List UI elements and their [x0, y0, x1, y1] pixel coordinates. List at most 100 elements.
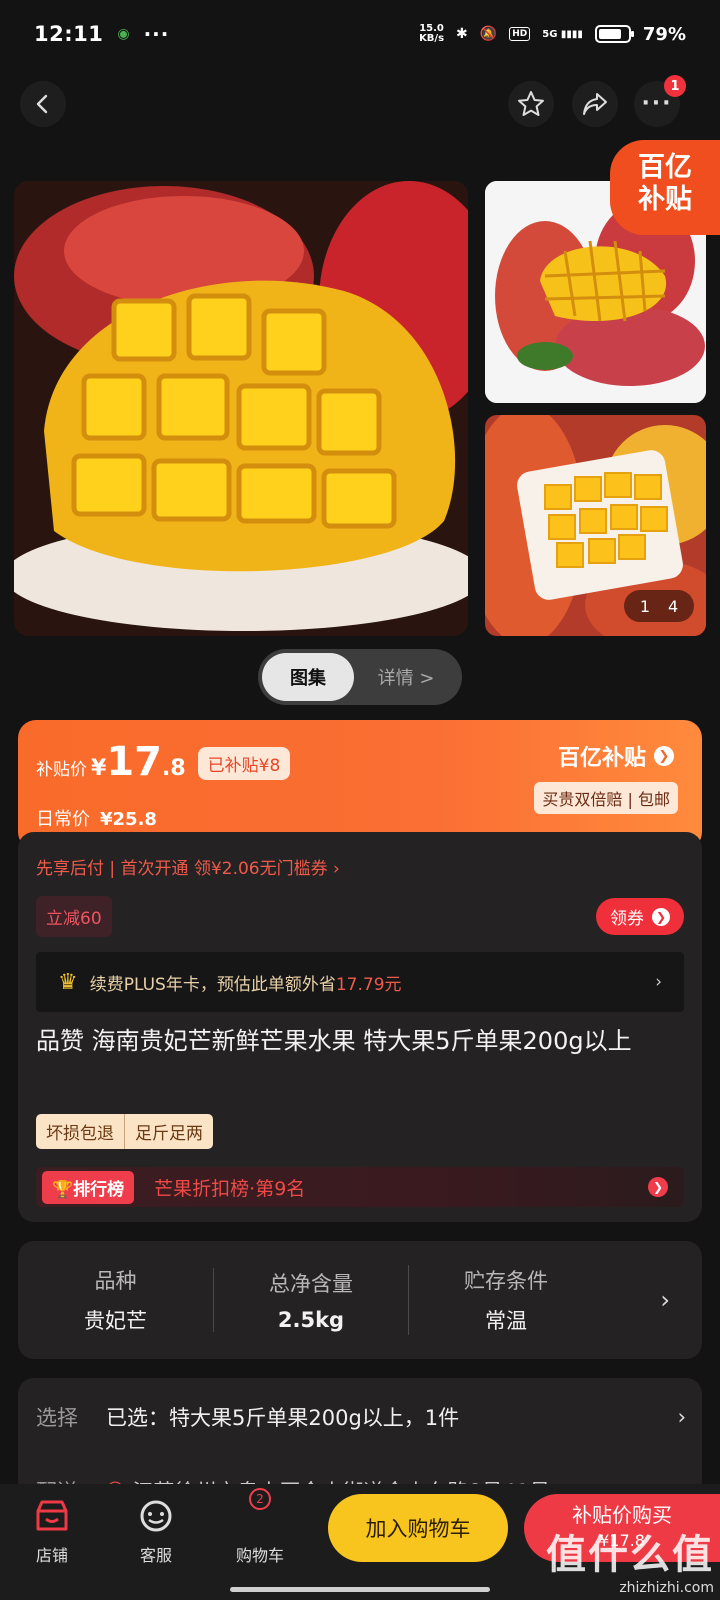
- watermark: 值什么值 zhizhizhi.com: [546, 1522, 714, 1596]
- product-info-card: 先享后付 | 首次开通 领¥2.06无门槛券 › 立减60 领券 ❯ ♛ 续费P…: [18, 832, 702, 1222]
- chevron-right-icon: ›: [660, 1286, 670, 1314]
- watermark-url: zhizhizhi.com: [619, 1580, 714, 1596]
- spec-label: 贮存条件: [464, 1269, 548, 1293]
- billion-subsidy-logo: 百亿补贴: [557, 746, 646, 771]
- cart-label: 购物车: [235, 1546, 284, 1565]
- service-tag: 坏损包退: [46, 1124, 114, 1144]
- bottom-action-bar: 店铺 客服 2 购物车 加入购物车 补贴价购买 ¥17.8 值什么值 zhizh…: [0, 1484, 720, 1600]
- service-label: 客服: [139, 1546, 172, 1565]
- plus-membership-bar[interactable]: ♛ 续费PLUS年卡，预估此单额外省 17.79元 ›: [36, 952, 684, 1012]
- wechat-icon: ◉: [117, 26, 130, 42]
- selection-label: 选择: [36, 1406, 78, 1430]
- badge-line-2: 补贴: [638, 184, 692, 215]
- hd-badge: HD: [509, 27, 531, 41]
- status-bar: 12:11 ◉ ··· 15.0 KB/s ✱ 🔕 HD 5G ▮▮▮▮ 79%: [0, 0, 720, 68]
- coupon-label: 领券: [610, 909, 644, 929]
- gallery-page-indicator: 1 4: [624, 590, 694, 622]
- chevron-right-icon: ›: [677, 1405, 686, 1429]
- discount-tag: 立减60: [36, 896, 112, 937]
- share-button[interactable]: [572, 81, 618, 127]
- service-tags: 坏损包退 足斤足两: [36, 1114, 213, 1149]
- ranking-badge-label: 排行榜: [73, 1179, 125, 1200]
- battery-percent: 79%: [642, 23, 686, 45]
- back-button[interactable]: [20, 81, 66, 127]
- mute-icon: 🔕: [479, 26, 498, 42]
- spec-net-weight: 总净含量 2.5kg: [213, 1268, 408, 1332]
- share-icon: [583, 93, 607, 115]
- cart-icon: 2: [220, 1488, 300, 1536]
- chevron-right-icon: ❯: [654, 746, 674, 766]
- ranking-bar[interactable]: 🏆排行榜 芒果折扣榜·第9名 ❯: [36, 1167, 684, 1207]
- currency-symbol: ¥: [91, 756, 107, 781]
- customer-service-tab[interactable]: 客服: [116, 1496, 196, 1566]
- subsidy-corner-badge: 百亿 补贴: [610, 140, 720, 235]
- trophy-icon: 🏆: [52, 1179, 74, 1200]
- pay-later-promo[interactable]: 先享后付 | 首次开通 领¥2.06无门槛券 ›: [36, 854, 340, 879]
- shop-tab[interactable]: 店铺: [12, 1496, 92, 1566]
- tab-details[interactable]: 详情 >: [354, 664, 458, 690]
- selection-value: 已选：特大果5斤单果200g以上，1件: [106, 1406, 460, 1430]
- watermark-logo-text: 值什么值: [546, 1532, 714, 1578]
- regular-price: 日常价 ¥25.8: [36, 805, 157, 831]
- network-speed: 15.0 KB/s: [419, 24, 444, 44]
- spec-label: 总净含量: [269, 1272, 353, 1296]
- spec-storage: 贮存条件 常温: [408, 1265, 603, 1335]
- spec-variety: 品种 贵妃芒: [18, 1265, 213, 1335]
- product-specs[interactable]: 品种 贵妃芒 总净含量 2.5kg 贮存条件 常温 ›: [18, 1241, 702, 1359]
- spec-label: 品种: [94, 1269, 137, 1293]
- star-icon: [518, 91, 544, 116]
- subsidy-price-label: 补贴价: [36, 760, 87, 780]
- price-integer: 17: [106, 739, 162, 785]
- ranking-text: 芒果折扣榜·第9名: [154, 1177, 306, 1200]
- chevron-right-icon: ❯: [652, 907, 670, 926]
- status-time: 12:11: [34, 22, 104, 46]
- page-total: 4: [668, 596, 679, 616]
- plus-savings: 17.79元: [335, 974, 402, 995]
- price-banner: 补贴价 ¥ 17 .8 已补贴¥8 日常价 ¥25.8 百亿补贴 ❯ 买贵双倍赔 …: [18, 720, 702, 850]
- signal-label: 5G: [542, 28, 558, 40]
- cart-count-badge: 2: [249, 1488, 271, 1510]
- more-button[interactable]: ··· 1: [634, 75, 686, 127]
- tab-gallery[interactable]: 图集: [262, 653, 354, 701]
- favorite-button[interactable]: [508, 81, 554, 127]
- regular-price-label: 日常价: [36, 809, 90, 830]
- more-badge: 1: [664, 75, 686, 97]
- shop-label: 店铺: [35, 1546, 68, 1565]
- signal-icon: 5G ▮▮▮▮: [542, 28, 583, 40]
- badge-line-1: 百亿: [638, 152, 692, 183]
- crown-icon: ♛: [58, 969, 78, 995]
- speed-unit: KB/s: [419, 33, 445, 44]
- selection-card: 选择 已选：特大果5斤单果200g以上，1件 › 配送 ◉ 江苏徐州市泉山区金山…: [18, 1378, 702, 1498]
- page-current: 1: [639, 596, 650, 616]
- battery-fill: [598, 29, 622, 39]
- plus-text: 续费PLUS年卡，预估此单额外省: [89, 974, 336, 995]
- get-coupon-button[interactable]: 领券 ❯: [596, 898, 684, 935]
- chevron-right-icon: ›: [655, 972, 662, 992]
- billion-subsidy-link[interactable]: 百亿补贴 ❯: [558, 740, 674, 772]
- chevron-right-icon: ❯: [648, 1177, 668, 1197]
- variant-selector[interactable]: 选择 已选：特大果5斤单果200g以上，1件 ›: [36, 1402, 686, 1432]
- gallery-detail-toggle: 图集 详情 >: [258, 649, 462, 705]
- chevron-left-icon: [36, 94, 48, 114]
- subsidy-amount-badge: 已补贴¥8: [197, 747, 291, 780]
- subsidy-benefits: 买贵双倍赔 | 包邮: [534, 782, 678, 814]
- spec-value: 贵妃芒: [84, 1309, 147, 1333]
- price-decimal: .8: [161, 756, 186, 781]
- product-main-image[interactable]: [14, 181, 468, 636]
- cart-tab[interactable]: 2 购物车: [220, 1488, 300, 1566]
- spec-value: 2.5kg: [277, 1308, 345, 1332]
- home-indicator[interactable]: [230, 1587, 490, 1592]
- spec-value: 常温: [485, 1309, 527, 1333]
- shop-icon: [12, 1496, 92, 1536]
- product-title: 品赞 海南贵妃芒新鲜芒果水果 特大果5斤单果200g以上: [36, 1027, 632, 1055]
- service-tag: 足斤足两: [124, 1114, 213, 1149]
- regular-price-value: ¥25.8: [100, 809, 157, 830]
- bluetooth-icon: ✱: [456, 26, 468, 42]
- add-to-cart-button[interactable]: 加入购物车: [328, 1494, 508, 1562]
- status-extra: ···: [143, 22, 170, 46]
- subsidy-price: 补贴价 ¥ 17 .8 已补贴¥8: [36, 739, 291, 785]
- battery-icon: [594, 25, 634, 43]
- more-icon: ···: [641, 91, 673, 116]
- chat-icon: [116, 1496, 196, 1536]
- mango-cut-image: [14, 181, 468, 636]
